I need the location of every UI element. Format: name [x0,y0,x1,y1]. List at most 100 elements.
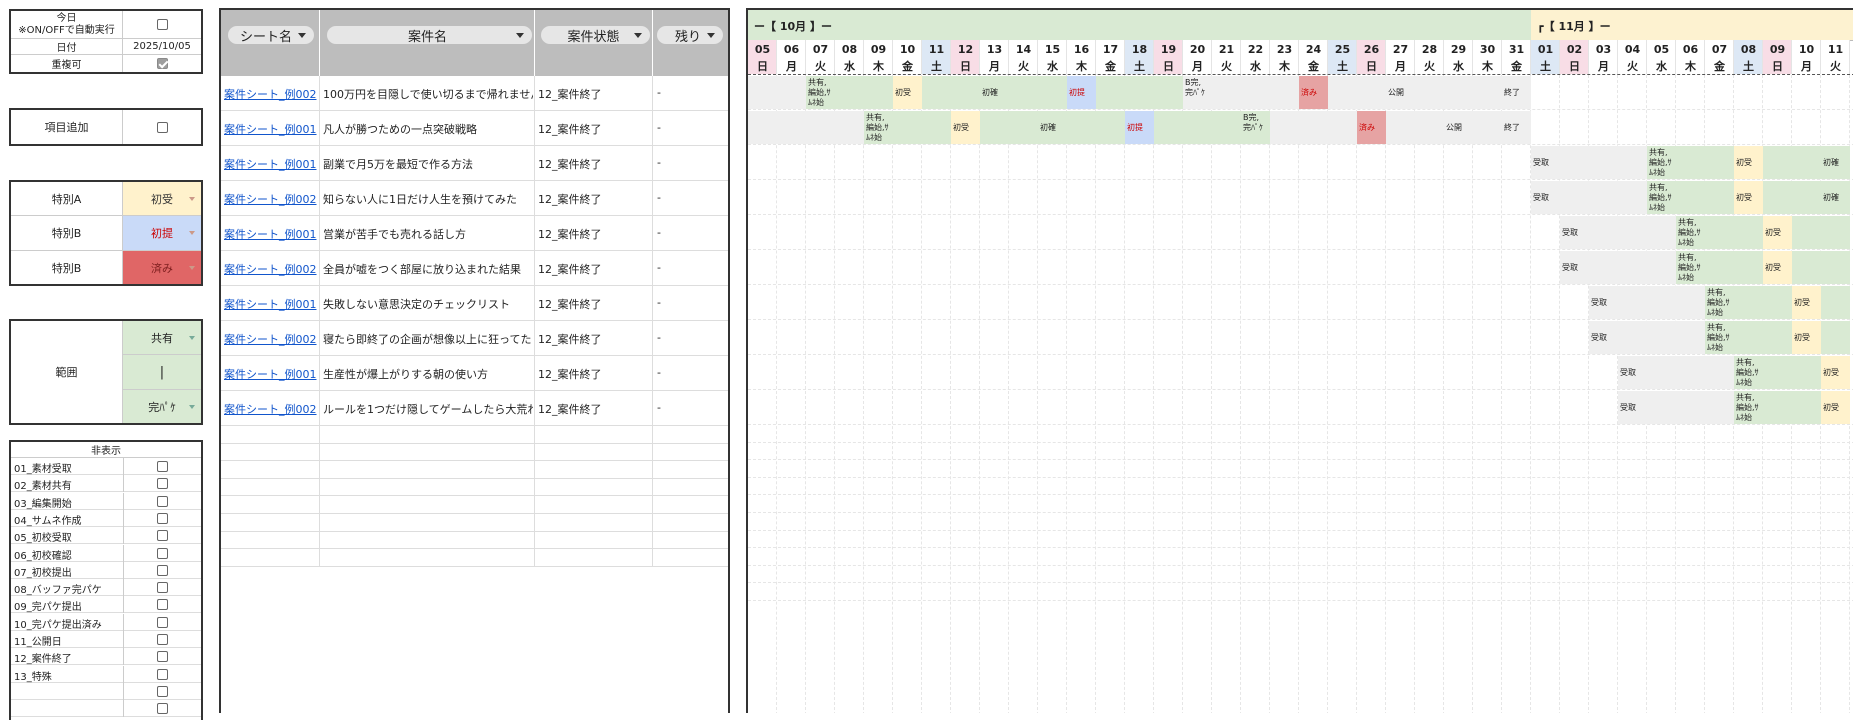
sheet-link[interactable]: 案件シート_例002 [224,191,319,207]
chevron-down-icon[interactable] [189,404,195,409]
special-c-select[interactable]: 済み [123,251,201,284]
header-remain-filter[interactable]: 残り [657,26,723,45]
gantt-label: 受取 [1620,403,1636,412]
sheet-link[interactable]: 案件シート_例001 [224,296,319,312]
day-number: 04 [1624,43,1641,56]
table-row: 案件シート_例001 凡人が勝つための一点突破戦略 12_案件終了 - [221,111,728,146]
hidden-item-checkbox[interactable] [157,685,168,697]
hidden-item-label: 04_サムネ作成 [14,515,82,527]
sheet-link[interactable]: 案件シート_例001 [224,121,319,137]
hidden-item-checkbox[interactable] [157,495,168,507]
gantt-label: 共有, 編始,ｻ ﾑﾈ始 [1649,148,1672,177]
gantt-label: 初受 [1765,228,1781,237]
day-number: 21 [1218,43,1235,56]
hidden-item-checkbox[interactable] [157,668,168,680]
day-header: 01 土 [1531,40,1560,74]
dup-checkbox-cell[interactable] [123,55,201,72]
remaining: - [657,296,661,309]
dup-checkbox[interactable] [156,58,168,69]
gantt-label: 共有, 編始,ｻ ﾑﾈ始 [1678,218,1701,247]
hidden-item-row: 12_案件終了 [11,648,201,666]
hidden-item-checkbox[interactable] [157,616,168,628]
table-row: 案件シート_例001 失敗しない意思決定のチェックリスト 12_案件終了 - [221,286,728,321]
sheet-link[interactable]: 案件シート_例001 [224,226,319,242]
gantt-label: 共有, 編始,ｻ ﾑﾈ始 [1707,323,1730,352]
weekday: 金 [1511,60,1522,73]
special-b-value: 初提 [151,227,173,240]
gantt-label: 受取 [1591,333,1607,342]
chevron-down-icon [634,32,642,38]
sheet-link[interactable]: 案件シート_例002 [224,401,319,417]
hidden-item-checkbox[interactable] [157,512,168,524]
add-item-checkbox-cell[interactable] [123,110,201,144]
remaining: - [657,366,661,379]
hidden-item-checkbox[interactable] [157,582,168,594]
hidden-item-label: 02_素材共有 [14,481,72,493]
special-a-select[interactable]: 初受 [123,182,201,216]
project-title: 寝たら即終了の企画が想像以上に狂ってた [323,333,532,346]
hidden-item-row: 11_公開日 [11,631,201,648]
day-number: 10 [1798,43,1815,56]
date-value[interactable]: 2025/10/05 [123,39,201,55]
table-row [221,514,728,532]
hidden-item-checkbox[interactable] [157,599,168,611]
hidden-title: 非表示 [11,442,201,458]
hidden-item-row: 10_完パケ提出済み [11,613,201,631]
header-title-filter[interactable]: 案件名 [327,26,532,45]
sheet-link[interactable]: 案件シート_例002 [224,261,319,277]
remaining: - [657,261,661,274]
gantt-label: 初受 [1823,403,1839,412]
special-b-select[interactable]: 初提 [123,216,201,251]
chevron-down-icon[interactable] [189,231,195,235]
range-start-select[interactable]: 共有 [123,321,201,355]
weekday: 木 [1076,60,1087,73]
hidden-item-checkbox[interactable] [157,651,168,663]
hidden-item-row: 01_素材受取 [11,458,201,475]
chevron-down-icon[interactable] [189,265,195,270]
day-header: 23 木 [1270,40,1299,74]
hidden-item-label: 13_特殊 [14,671,52,683]
weekday: 日 [1569,60,1580,73]
weekday: 水 [1047,60,1058,73]
hidden-item-label: 03_編集開始 [14,498,72,510]
weekday: 木 [1482,60,1493,73]
hidden-item-checkbox[interactable] [157,461,168,472]
table-row [221,443,728,462]
header-status-filter[interactable]: 案件状態 [541,26,650,45]
day-number: 11 [1827,43,1844,56]
add-item-checkbox[interactable] [156,121,168,133]
gantt-bar [1328,76,1531,109]
day-number: 07 [812,43,829,56]
range-end-select[interactable]: 完ﾊﾟｹ [123,390,201,423]
sheet-link[interactable]: 案件シート_例002 [224,86,319,102]
hidden-item-checkbox[interactable] [157,634,168,645]
header-sheet-name-filter[interactable]: シート名 [228,26,314,45]
weekday: 日 [1772,60,1783,73]
day-header: 09 木 [864,40,893,74]
hidden-item-row: 06_初校確認 [11,544,201,562]
weekday: 水 [1453,60,1464,73]
month-nov-label: ┏【 11月 】ー [1537,20,1611,33]
sheet-link[interactable]: 案件シート_例001 [224,366,319,382]
remaining: - [657,331,661,344]
hidden-item-checkbox[interactable] [157,478,168,490]
chevron-down-icon[interactable] [189,335,195,340]
hidden-item-label: 10_完パケ提出済み [14,619,102,631]
today-checkbox[interactable] [156,19,168,30]
sheet-link[interactable]: 案件シート_例001 [224,156,319,172]
today-checkbox-cell[interactable] [123,11,201,39]
gantt-bar [1270,111,1357,144]
chevron-down-icon[interactable] [189,196,195,201]
gantt-label: 共有, 編始,ｻ ﾑﾈ始 [808,78,831,107]
hidden-item-checkbox[interactable] [157,530,168,542]
project-title: 100万円を目隠しで使い切るまで帰れません [323,88,533,101]
day-number: 11 [928,43,945,56]
hidden-item-checkbox[interactable] [157,547,168,559]
project-status: 12_案件終了 [538,88,602,101]
weekday: 金 [1308,60,1319,73]
special-c-label: 特別B [11,251,123,284]
day-header: 11 土 [922,40,951,74]
range-label: 範囲 [11,321,123,423]
sheet-link[interactable]: 案件シート_例002 [224,331,319,347]
hidden-item-checkbox[interactable] [157,564,168,576]
